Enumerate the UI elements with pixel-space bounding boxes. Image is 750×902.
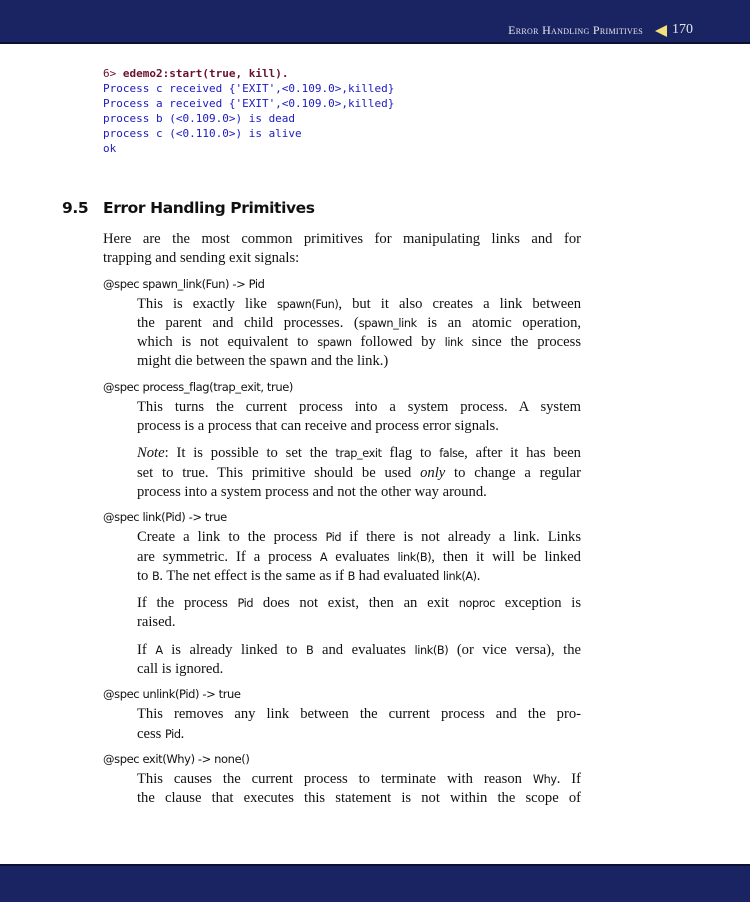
text-line: This causes the current process to termi… xyxy=(137,770,581,787)
inline-code: link(B) xyxy=(397,550,432,564)
paragraph: If the process Pid does not exist, then … xyxy=(137,594,581,633)
text-line: If the process Pid does not exist, then … xyxy=(137,595,581,612)
inline-code: A xyxy=(155,643,163,657)
inline-code: link xyxy=(444,336,464,350)
text-line: This is exactly like spawn(Fun), but it … xyxy=(137,295,581,312)
text-line: raised. xyxy=(137,614,176,631)
text-line: This turns the current process into a sy… xyxy=(137,398,581,415)
inline-code: A xyxy=(319,550,328,564)
text-line: Here are the most common primitives for … xyxy=(103,231,581,247)
text-line: which is not equivalent to spawn followe… xyxy=(137,334,581,351)
inline-code: B xyxy=(306,643,314,657)
text-line: set to true. This primitive should be us… xyxy=(137,464,581,481)
inline-code: Why xyxy=(532,772,557,786)
text-line: This removes any link between the curren… xyxy=(137,706,581,723)
running-title: Error Handling Primitives xyxy=(508,23,643,37)
code-output-line: ok xyxy=(103,142,117,155)
paragraph: If A is already linked to B and evaluate… xyxy=(137,641,581,680)
section-body: Here are the most common primitives for … xyxy=(103,230,581,817)
inline-code: link(A) xyxy=(442,569,477,583)
text-line: the parent and child processes. (spawn_l… xyxy=(137,314,581,331)
text-line: the clause that executes this statement … xyxy=(137,790,581,807)
inline-code: noproc xyxy=(458,597,496,611)
paragraph: This turns the current process into a sy… xyxy=(137,398,581,437)
section-title: Error Handling Primitives xyxy=(103,199,315,217)
function-spec: @spec process_flag(trap_exit, true) xyxy=(103,379,293,394)
inline-code: Pid xyxy=(164,727,181,741)
page-footer-bar xyxy=(0,864,750,902)
previous-page-arrow-icon[interactable] xyxy=(655,25,667,37)
section-heading: 9.5 Error Handling Primitives xyxy=(62,199,315,217)
code-output-line: process c (<0.110.0>) is alive xyxy=(103,127,302,140)
code-output-line: Process a received {'EXIT',<0.109.0>,kil… xyxy=(103,97,395,110)
code-listing: 6> edemo2:start(true, kill). Process c r… xyxy=(103,66,394,156)
text-line: Create a link to the process Pid if ther… xyxy=(137,529,581,546)
text-line: process into a system process and not th… xyxy=(137,483,487,500)
paragraph: This causes the current process to termi… xyxy=(137,770,581,809)
page-number: 170 xyxy=(672,22,693,37)
text-line: are symmetric. If a process A evaluates … xyxy=(137,548,581,565)
text-line: might die between the spawn and the link… xyxy=(137,353,389,370)
inline-code: B xyxy=(152,569,160,583)
code-command-line: 6> edemo2:start(true, kill). xyxy=(103,66,394,81)
paragraph: Create a link to the process Pid if ther… xyxy=(137,528,581,586)
text-line: If A is already linked to B and evaluate… xyxy=(137,641,581,658)
inline-code: spawn_link xyxy=(358,316,417,330)
inline-code: B xyxy=(347,569,356,583)
text-line: process is a process that can receive an… xyxy=(137,418,499,435)
text-line: trapping and sending exit signals: xyxy=(103,250,300,267)
shell-command: edemo2:start(true, kill). xyxy=(122,67,289,80)
text-line: Note: It is possible to set the trap_exi… xyxy=(137,445,581,462)
code-output-line: Process c received {'EXIT',<0.109.0>,kil… xyxy=(103,82,395,95)
function-spec: @spec link(Pid) -> true xyxy=(103,510,227,525)
section-number: 9.5 xyxy=(62,199,89,217)
inline-code: link(B) xyxy=(414,643,449,657)
emphasis: only xyxy=(420,464,446,481)
paragraph: This removes any link between the curren… xyxy=(137,705,581,744)
inline-code: trap_exit xyxy=(335,447,382,461)
paragraph: Here are the most common primitives for … xyxy=(103,230,581,269)
code-output-line: process b (<0.109.0>) is dead xyxy=(103,112,296,125)
paragraph: Note: It is possible to set the trap_exi… xyxy=(137,444,581,502)
inline-code: false xyxy=(439,447,465,461)
text-line: call is ignored. xyxy=(137,661,224,678)
inline-code: Pid xyxy=(325,531,342,545)
inline-code: spawn(Fun) xyxy=(276,297,339,311)
inline-code: spawn xyxy=(317,336,352,350)
function-spec: @spec exit(Why) -> none() xyxy=(103,751,250,766)
function-spec: @spec spawn_link(Fun) -> Pid xyxy=(103,276,265,291)
page-header-bar: Error Handling Primitives 170 xyxy=(0,0,750,44)
emphasis: Note xyxy=(137,445,165,462)
paragraph: This is exactly like spawn(Fun), but it … xyxy=(137,295,581,372)
text-line: to B. The net effect is the same as if B… xyxy=(137,567,481,584)
shell-prompt: 6> xyxy=(103,67,117,80)
text-line: cess Pid. xyxy=(137,725,185,742)
inline-code: Pid xyxy=(237,597,254,611)
function-spec: @spec unlink(Pid) -> true xyxy=(103,687,241,702)
